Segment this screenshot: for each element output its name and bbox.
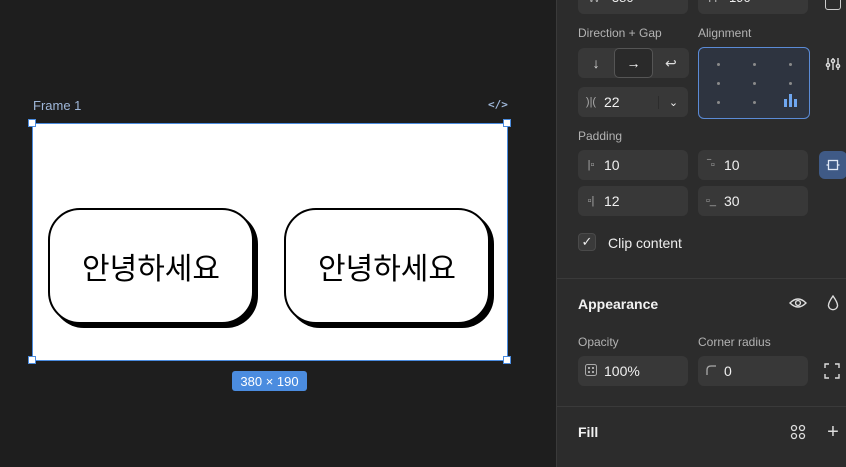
padding-right-value: 12	[604, 193, 620, 209]
dimension-row: W 380 ⌄ H 190 ⌄	[557, 0, 846, 14]
constrain-proportions-icon[interactable]	[825, 0, 841, 10]
align-dot[interactable]	[717, 63, 720, 66]
padding-top-icon: ‾▫	[707, 159, 715, 171]
opacity-field[interactable]: 100%	[578, 356, 688, 386]
individual-padding-icon[interactable]	[819, 151, 846, 179]
align-dot[interactable]	[789, 63, 792, 66]
height-label: H	[708, 0, 717, 5]
align-dot[interactable]	[753, 101, 756, 104]
padding-label: Padding	[578, 129, 623, 143]
align-dot[interactable]	[789, 82, 792, 85]
arrow-down-icon[interactable]: ↓	[578, 48, 614, 78]
align-dot[interactable]	[753, 82, 756, 85]
add-fill-icon[interactable]: +	[823, 421, 843, 443]
design-canvas[interactable]: Frame 1 </> 안녕하세요 안녕하세요 380 × 190	[0, 0, 556, 467]
arrow-right-icon[interactable]: →	[614, 48, 653, 78]
width-value: 380	[612, 0, 634, 5]
padding-top-field[interactable]: ‾▫ 10	[698, 150, 808, 180]
independent-corners-icon[interactable]	[823, 362, 841, 380]
clip-content-checkbox[interactable]: ✓	[578, 233, 596, 251]
properties-panel: W 380 ⌄ H 190 ⌄ Direction + Gap Alignmen…	[556, 0, 846, 467]
chevron-down-icon[interactable]: ⌄	[658, 95, 688, 109]
resize-handle-top-right[interactable]	[503, 119, 511, 127]
greeting-card-2-text: 안녕하세요	[318, 252, 456, 287]
section-divider	[557, 406, 846, 407]
frame-size-badge: 380 × 190	[232, 371, 307, 391]
opacity-label: Opacity	[578, 335, 619, 349]
padding-right-field[interactable]: ▫| 12	[578, 186, 688, 216]
resize-handle-bottom-left[interactable]	[28, 356, 36, 364]
eye-icon[interactable]	[787, 294, 809, 312]
frame-1[interactable]: 안녕하세요 안녕하세요	[32, 123, 508, 361]
align-bottom-right-icon[interactable]	[784, 94, 797, 107]
padding-left-icon: |▫	[587, 159, 595, 171]
wrap-icon[interactable]: ↩	[653, 48, 689, 78]
height-value: 190	[729, 0, 751, 5]
appearance-heading: Appearance	[578, 296, 659, 312]
corner-radius-label: Corner radius	[698, 335, 771, 349]
alignment-grid[interactable]	[698, 47, 810, 119]
padding-bottom-value: 30	[724, 193, 740, 209]
layout-settings-icon[interactable]	[823, 54, 843, 74]
padding-left-field[interactable]: |▫ 10	[578, 150, 688, 180]
resize-handle-bottom-right[interactable]	[503, 356, 511, 364]
styles-grid-icon[interactable]	[789, 423, 807, 441]
greeting-card-2[interactable]: 안녕하세요	[284, 208, 490, 324]
align-dot[interactable]	[717, 101, 720, 104]
height-field[interactable]: H 190 ⌄	[698, 0, 808, 14]
fill-heading: Fill	[578, 424, 599, 440]
alignment-label: Alignment	[698, 26, 752, 40]
chevron-down-icon[interactable]: ⌄	[792, 0, 800, 2]
padding-top-value: 10	[724, 157, 740, 173]
frame-name-label[interactable]: Frame 1	[33, 98, 81, 113]
greeting-card-1-text: 안녕하세요	[82, 252, 220, 287]
padding-left-value: 10	[604, 157, 620, 173]
padding-right-icon: ▫|	[587, 195, 595, 207]
gap-field[interactable]: )|( 22 ⌄	[578, 87, 688, 117]
resize-handle-top-left[interactable]	[28, 119, 36, 127]
opacity-icon	[578, 363, 604, 379]
corner-radius-value: 0	[724, 363, 732, 379]
section-divider	[557, 278, 846, 279]
width-field[interactable]: W 380 ⌄	[578, 0, 688, 14]
gap-value: 22	[604, 94, 620, 110]
width-label: W	[588, 0, 600, 5]
check-icon: ✓	[581, 234, 593, 249]
opacity-value: 100%	[604, 363, 640, 379]
clip-content-label[interactable]: Clip content	[608, 235, 682, 251]
padding-bottom-field[interactable]: ▫_ 30	[698, 186, 808, 216]
align-dot[interactable]	[717, 82, 720, 85]
gap-icon: )|(	[585, 96, 597, 108]
align-dot[interactable]	[753, 63, 756, 66]
direction-gap-label: Direction + Gap	[578, 26, 662, 40]
greeting-card-1[interactable]: 안녕하세요	[48, 208, 254, 324]
code-icon[interactable]: </>	[488, 98, 508, 111]
corner-radius-field[interactable]: 0	[698, 356, 808, 386]
chevron-down-icon[interactable]: ⌄	[672, 0, 680, 2]
padding-bottom-icon: ▫_	[705, 195, 717, 207]
corner-radius-icon	[698, 364, 724, 378]
blend-mode-drop-icon[interactable]	[824, 293, 842, 313]
direction-segmented-control: ↓ → ↩	[578, 48, 689, 78]
